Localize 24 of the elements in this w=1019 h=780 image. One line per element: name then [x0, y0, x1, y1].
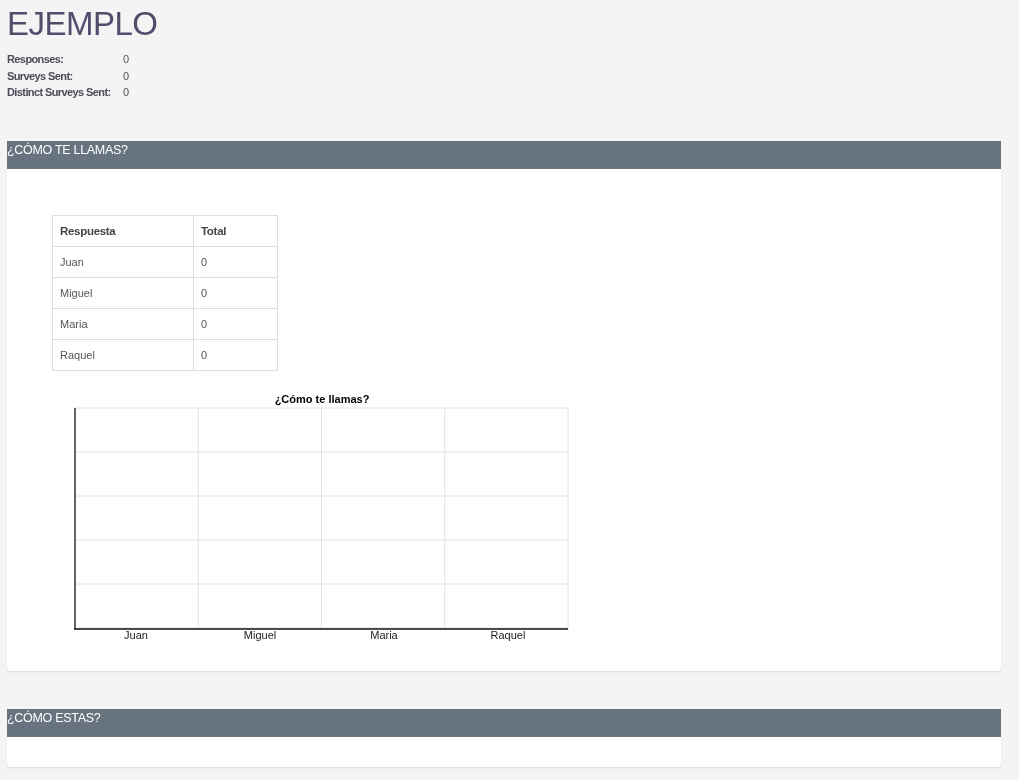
axis-label: Raquel — [489, 628, 527, 641]
table-cell: Juan — [52, 246, 194, 277]
table-cell: Raquel — [52, 339, 194, 370]
stat-label: Surveys Sent: — [7, 69, 74, 84]
stat-value: 0 — [123, 53, 129, 67]
stat-label: Distinct Surveys Sent: — [7, 86, 112, 100]
table-cell: 0 — [193, 277, 278, 308]
stat-label: Responses: — [7, 53, 65, 67]
table-cell: Miguel — [52, 277, 194, 308]
axis-label: Maria — [369, 628, 399, 641]
chart-title: ¿Cómo te llamas? — [273, 392, 371, 407]
table-cell: 0 — [193, 308, 278, 339]
stat-value: 0 — [123, 69, 129, 84]
page-title: EJEMPLO — [7, 4, 159, 42]
stat-value: 0 — [123, 86, 129, 100]
column-header: Total — [193, 215, 278, 246]
table-cell: 0 — [193, 246, 278, 277]
column-header: Respuesta — [52, 215, 194, 246]
table-cell: Maria — [52, 308, 194, 339]
section-header: ¿CÓMO TE LLAMAS? — [7, 140, 1001, 169]
axis-label: Juan — [123, 628, 149, 641]
section-header: ¿CÓMO ESTAS? — [7, 708, 1001, 737]
axis-label: Miguel — [242, 628, 278, 641]
table-cell: 0 — [193, 339, 278, 370]
